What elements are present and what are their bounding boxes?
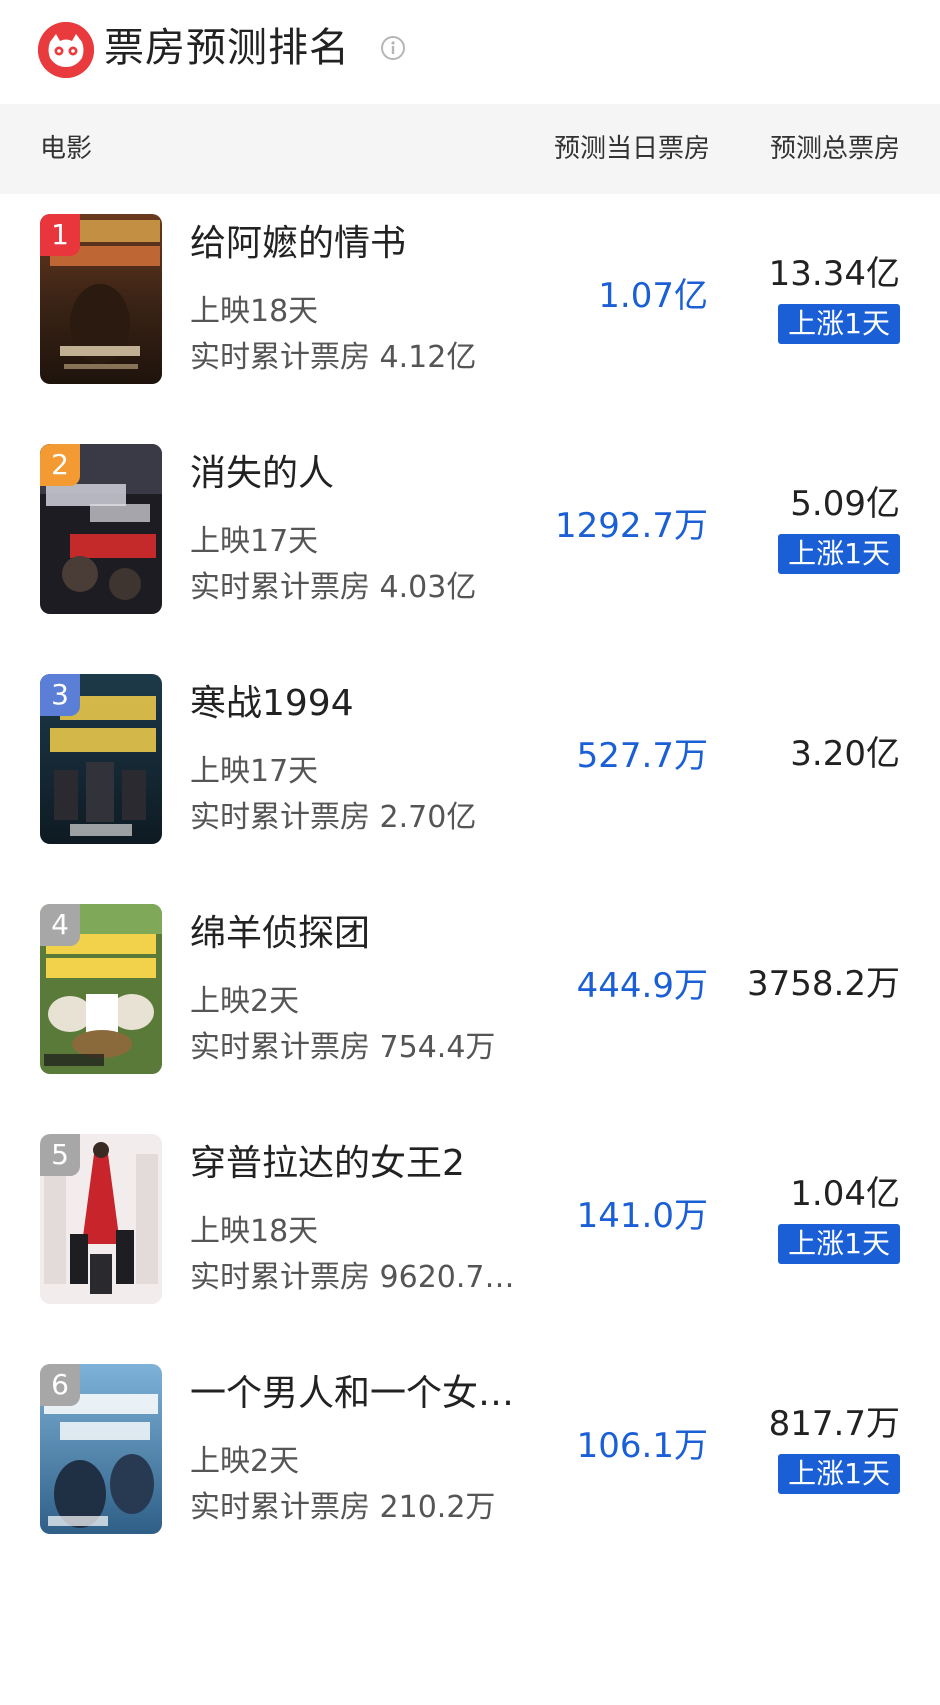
page-title: 票房预测排名 [104,25,350,71]
rank-badge: 5 [40,1134,80,1176]
rank-badge: 4 [40,904,80,946]
rise-tag: 上涨1天 [778,304,900,344]
release-days: 上映2天 [190,1444,300,1479]
rise-tag: 上涨1天 [778,534,900,574]
day-forecast-value: 527.7万 [576,736,708,776]
table-row[interactable]: 4 绵羊侦探团 上映2天 实时累计票房 754.4万 444.9万 3758.2… [0,904,940,1154]
release-days: 上映17天 [190,524,319,559]
day-forecast-value: 1.07亿 [598,276,708,316]
day-forecast-value: 1292.7万 [555,506,708,546]
total-forecast-value: 3758.2万 [747,964,900,1004]
total-forecast-value: 13.34亿 [768,254,900,294]
cumulative-box-office: 实时累计票房 754.4万 [190,1030,496,1065]
movie-name[interactable]: 寒战1994 [190,680,510,728]
release-days: 上映18天 [190,294,319,329]
day-forecast-value: 444.9万 [576,966,708,1006]
release-days: 上映17天 [190,754,319,789]
info-circle-icon[interactable] [380,35,406,61]
movie-name[interactable]: 一个男人和一个女… [190,1370,510,1418]
movie-poster[interactable]: 2 [40,444,162,614]
cumulative-box-office: 实时累计票房 2.70亿 [190,800,477,835]
movie-poster[interactable]: 4 [40,904,162,1074]
rise-tag: 上涨1天 [778,1224,900,1264]
table-row[interactable]: 6 一个男人和一个女… 上映2天 实时累计票房 210.2万 106.1万 81… [0,1364,940,1614]
title-bar: 票房预测排名 [0,0,940,104]
table-row[interactable]: 1 给阿嬷的情书 上映18天 实时累计票房 4.12亿 1.07亿 13.34亿… [0,214,940,464]
movie-name[interactable]: 消失的人 [190,450,510,498]
rise-tag: 上涨1天 [778,1454,900,1494]
cumulative-box-office: 实时累计票房 4.12亿 [190,340,477,375]
total-forecast-value: 817.7万 [768,1404,900,1444]
rank-badge: 2 [40,444,80,486]
table-row[interactable]: 3 寒战1994 上映17天 实时累计票房 2.70亿 527.7万 3.20亿 [0,674,940,924]
day-forecast-value: 106.1万 [576,1426,708,1466]
movie-poster[interactable]: 6 [40,1364,162,1534]
movie-name[interactable]: 绵羊侦探团 [190,910,510,958]
movie-name[interactable]: 给阿嬷的情书 [190,220,510,268]
cumulative-box-office: 实时累计票房 9620.7… [190,1260,515,1295]
movie-poster[interactable]: 5 [40,1134,162,1304]
cumulative-box-office: 实时累计票房 4.03亿 [190,570,477,605]
column-header-movie: 电影 [40,134,93,164]
release-days: 上映18天 [190,1214,319,1249]
total-forecast-value: 3.20亿 [790,734,900,774]
cat-eye-logo-icon [38,22,94,78]
table-header: 电影 预测当日票房 预测总票房 [0,104,940,194]
table-row[interactable]: 5 穿普拉达的女王2 上映18天 实时累计票房 9620.7… 141.0万 1… [0,1134,940,1384]
movie-poster[interactable]: 3 [40,674,162,844]
day-forecast-value: 141.0万 [576,1196,708,1236]
total-forecast-value: 5.09亿 [790,484,900,524]
release-days: 上映2天 [190,984,300,1019]
movie-name[interactable]: 穿普拉达的女王2 [190,1140,510,1188]
rank-badge: 1 [40,214,80,256]
column-header-total-forecast[interactable]: 预测总票房 [770,104,900,194]
movie-poster[interactable]: 1 [40,214,162,384]
column-header-day-forecast[interactable]: 预测当日票房 [554,104,710,194]
rank-badge: 6 [40,1364,80,1406]
rank-badge: 3 [40,674,80,716]
table-row[interactable]: 2 消失的人 上映17天 实时累计票房 4.03亿 1292.7万 5.09亿 … [0,444,940,694]
cumulative-box-office: 实时累计票房 210.2万 [190,1490,496,1525]
total-forecast-value: 1.04亿 [790,1174,900,1214]
